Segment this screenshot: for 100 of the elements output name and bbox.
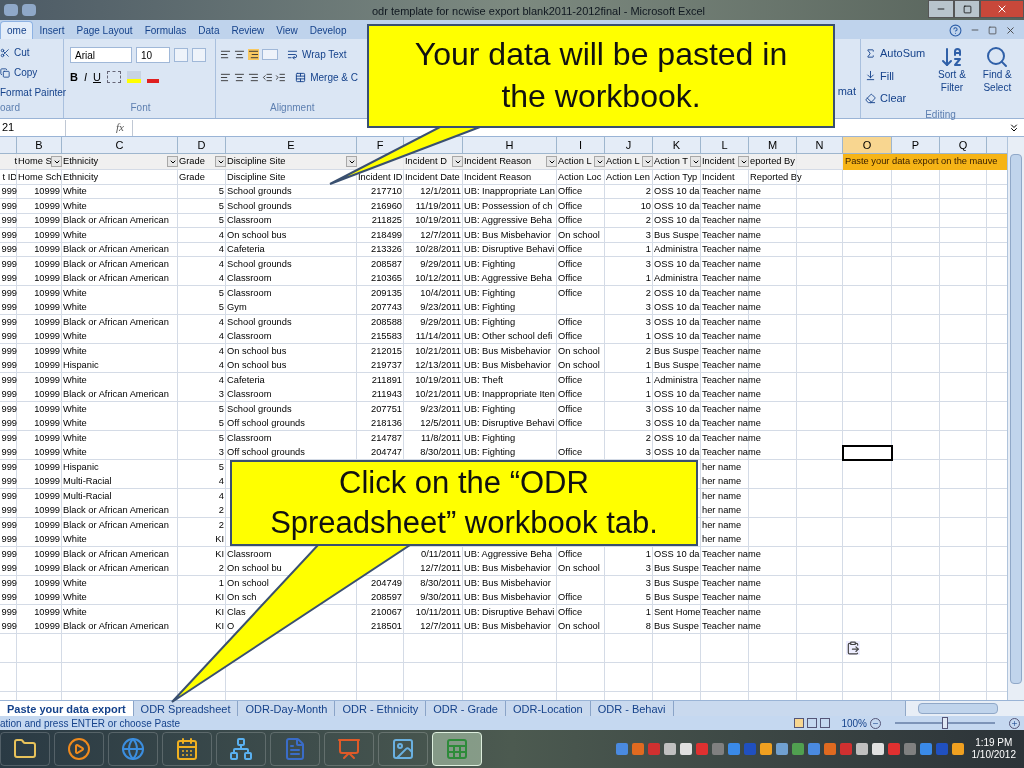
table-cell: 1 [218, 578, 224, 588]
scroll-thumb[interactable] [1010, 154, 1022, 684]
table-cell: 5 [218, 187, 224, 197]
center-icon[interactable] [233, 72, 245, 83]
column-header[interactable]: O [843, 137, 892, 153]
paste-options-icon[interactable] [846, 641, 860, 655]
font-name-field[interactable]: Arial [70, 47, 132, 63]
ribbon-tab[interactable]: Review [225, 21, 271, 39]
name-box[interactable]: 21 [0, 119, 66, 136]
filter-dropdown[interactable] [215, 156, 226, 167]
align-middle-icon[interactable] [234, 49, 245, 60]
maximize-button[interactable] [954, 0, 980, 18]
fill-color-icon[interactable] [126, 71, 141, 84]
filter-dropdown[interactable] [452, 156, 463, 167]
page-break-icon[interactable] [820, 718, 831, 728]
fill-button[interactable]: Fill [865, 67, 926, 84]
horizontal-scrollbar[interactable] [905, 701, 1024, 716]
active-cell[interactable] [842, 444, 893, 461]
close-icon[interactable] [1005, 24, 1016, 36]
filter-dropdown[interactable] [167, 156, 178, 167]
ribbon-tab[interactable]: ome [0, 21, 34, 39]
table-cell: White [63, 578, 87, 588]
table-cell: 208597 [370, 593, 402, 603]
filter-dropdown[interactable] [738, 156, 749, 167]
filter-dropdown[interactable] [690, 156, 701, 167]
table-cell: Black or African American [63, 506, 169, 516]
zoom-slider[interactable] [892, 717, 998, 729]
restore-icon[interactable] [988, 25, 997, 35]
format-button[interactable]: mat [837, 83, 856, 97]
table-cell: 9/23/2011 [420, 404, 461, 414]
increase-indent-icon[interactable] [275, 72, 287, 83]
align-left-icon[interactable] [220, 72, 231, 83]
font-size-field[interactable]: 10 [136, 47, 170, 63]
find-select-button[interactable]: Find & Select [978, 45, 1016, 107]
minimize-button[interactable] [928, 0, 954, 18]
table-cell: 211891 [371, 375, 402, 385]
filter-dropdown[interactable] [594, 156, 605, 167]
page-layout-icon[interactable] [807, 718, 818, 728]
table-cell: 4 [218, 361, 224, 371]
ribbon-tab[interactable]: View [270, 21, 304, 39]
sort-filter-button[interactable]: Sort & Filter [933, 45, 971, 107]
decrease-indent-icon[interactable] [261, 72, 273, 83]
ribbon-tab[interactable]: Insert [33, 21, 71, 39]
italic-button[interactable]: I [83, 69, 87, 86]
ribbon-tab[interactable]: Page Layout [70, 21, 139, 39]
column-header[interactable]: I [557, 137, 605, 153]
table-cell: UB: Bus Misbehavior [464, 346, 551, 356]
ribbon-tab[interactable]: Develop [303, 21, 353, 39]
slider-thumb[interactable] [942, 717, 948, 729]
ribbon-tab[interactable]: Formulas [138, 21, 193, 39]
column-header[interactable]: L [701, 137, 749, 153]
ribbon-tab[interactable]: Data [192, 21, 226, 39]
column-header[interactable]: J [605, 137, 653, 153]
column-header[interactable]: P [892, 137, 940, 153]
underline-button[interactable]: U [93, 69, 101, 86]
table-cell: 999 [1, 346, 17, 356]
filter-dropdown[interactable] [642, 156, 653, 167]
bold-button[interactable]: B [70, 69, 78, 86]
filter-dropdown[interactable] [546, 156, 557, 167]
fx-button[interactable]: fx [116, 119, 124, 136]
scroll-thumb[interactable] [918, 703, 998, 714]
header-cell: Reported By [750, 172, 802, 182]
expand-icon[interactable] [1008, 121, 1020, 134]
table-cell: OSS 10 da [654, 259, 700, 269]
clock-date[interactable]: 1/10/2012 [971, 749, 1016, 762]
column-header[interactable]: M [749, 137, 797, 153]
align-top-icon[interactable] [220, 49, 231, 60]
vertical-scrollbar[interactable] [1007, 137, 1024, 700]
table-cell: 4 [218, 375, 224, 385]
table-cell: 10999 [34, 622, 60, 632]
clear-button[interactable]: Clear [865, 90, 926, 107]
table-cell: 8/30/2011 [420, 578, 461, 588]
borders-icon[interactable] [106, 71, 121, 84]
autosum-button[interactable]: AutoSum [865, 45, 926, 62]
wrap-text-button[interactable]: Wrap Text [287, 47, 347, 62]
column-header[interactable]: B [17, 137, 62, 153]
tray-icons-drawing[interactable] [615, 742, 964, 756]
sheet-tab[interactable]: Paste your data export [0, 701, 134, 716]
copy-button[interactable]: Copy [0, 65, 63, 80]
column-header[interactable]: K [653, 137, 701, 153]
cut-button[interactable]: Cut [0, 45, 63, 60]
normal-view-icon[interactable] [794, 718, 805, 728]
column-header[interactable]: E [226, 137, 357, 153]
taskbar-button[interactable] [432, 732, 482, 766]
column-header[interactable]: D [178, 137, 226, 153]
filter-dropdown[interactable] [51, 156, 62, 167]
table-cell: 999 [1, 477, 17, 487]
undo-icon[interactable] [4, 4, 18, 16]
align-right-icon[interactable] [247, 72, 259, 83]
filter-dropdown[interactable] [346, 156, 357, 167]
column-header[interactable]: H [463, 137, 557, 153]
column-header[interactable]: C [62, 137, 178, 153]
table-cell: 10/11/2011 [415, 607, 461, 617]
align-bottom-icon[interactable] [248, 49, 259, 60]
table-cell: 4 [218, 259, 224, 269]
column-header[interactable]: Q [940, 137, 987, 153]
merge-button[interactable]: Merge & C [295, 70, 358, 85]
zoom-level[interactable]: 100% [841, 715, 867, 731]
help-icon[interactable] [949, 23, 962, 37]
clock-time[interactable]: 1:19 PM [975, 736, 1013, 749]
